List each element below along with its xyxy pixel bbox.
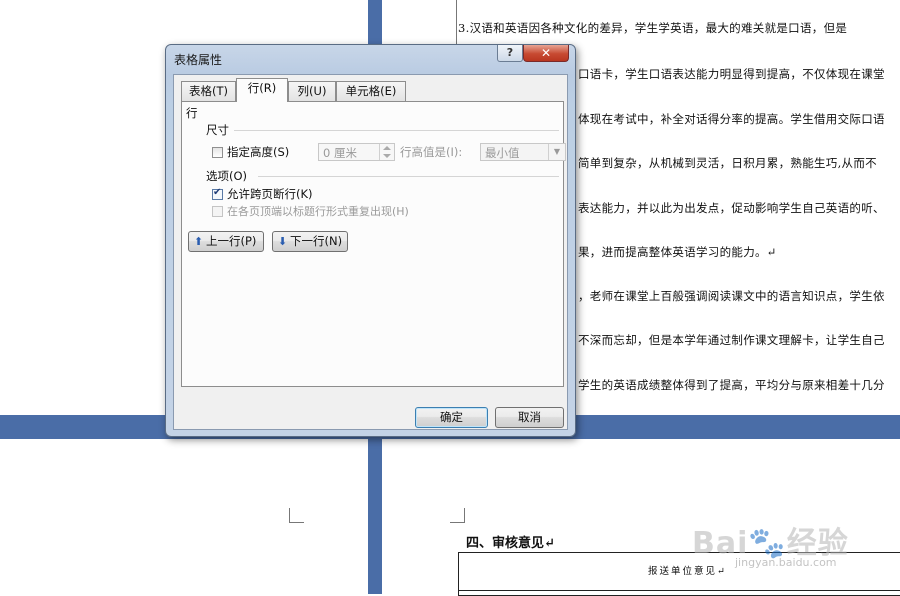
table-properties-dialog: 表格属性 ? ✕ 表格(T) 行(R) 列(U) 单元格(E) 行 尺寸 指定高… — [165, 44, 576, 437]
section-title: 四、审核意见↵ — [466, 536, 555, 551]
repeat-header-label: 在各页顶端以标题行形式重复出现(H) — [227, 205, 409, 218]
size-group-divider — [234, 130, 559, 131]
ok-button[interactable]: 确定 — [415, 407, 488, 428]
chevron-down-icon[interactable]: ▼ — [548, 144, 565, 160]
specify-height-checkbox[interactable] — [212, 147, 223, 158]
margin-corner-mark — [450, 508, 465, 523]
document-text-line: 体现在考试中，补全对话得分率的提高。学生借用交际口语 — [578, 112, 885, 126]
spin-up-icon[interactable] — [383, 146, 391, 150]
document-text-line: 表达能力，并以此为出发点，促动影响学生自己英语的听、 — [578, 201, 885, 215]
document-text-line: 果，进而提高整体英语学习的能力。↵ — [578, 245, 777, 259]
row-height-rule-select[interactable]: 最小值 ▼ — [480, 143, 566, 161]
document-text-line: 3.汉语和英语因各种文化的差异，学生学英语，最大的难关就是口语，但是 — [458, 21, 848, 35]
row-height-value: 0 厘米 — [323, 146, 357, 160]
review-table-cell: 报送单位意见↵ — [648, 566, 727, 577]
tab-column[interactable]: 列(U) — [288, 81, 336, 101]
next-row-label: 下一行(N) — [290, 234, 343, 248]
document-text-line: ，老师在课堂上百般强调阅读课文中的语言知识点，学生依 — [578, 289, 885, 303]
tab-cell[interactable]: 单元格(E) — [336, 81, 406, 101]
spin-down-icon[interactable] — [383, 154, 391, 158]
row-height-is-label: 行高值是(I): — [400, 145, 463, 159]
next-row-button[interactable]: ⬇ 下一行(N) — [272, 231, 348, 252]
spinner-buttons[interactable] — [379, 144, 394, 160]
allow-row-break-label: 允许跨页断行(K) — [227, 187, 313, 201]
document-text-line: 简单到复杂，从机械到灵活，日积月累，熟能生巧,从而不 — [578, 156, 877, 170]
margin-corner-mark — [289, 508, 304, 523]
cancel-label: 取消 — [518, 410, 541, 424]
tab-table[interactable]: 表格(T) — [181, 81, 236, 101]
document-page-left-lower — [0, 439, 368, 594]
document-text-line: 口语卡，学生口语表达能力明显得到提高，不仅体现在课堂 — [578, 67, 885, 81]
dialog-client-area: 表格(T) 行(R) 列(U) 单元格(E) 行 尺寸 指定高度(S) 0 厘米… — [173, 74, 568, 430]
row-height-rule-value: 最小值 — [485, 146, 520, 160]
size-group-label: 尺寸 — [206, 123, 229, 137]
row-height-spinner[interactable]: 0 厘米 — [318, 143, 395, 161]
review-table-row-line — [458, 590, 900, 591]
options-group-label: 选项(O) — [206, 169, 248, 183]
options-group-divider — [258, 176, 559, 177]
arrow-down-icon: ⬇ — [277, 235, 288, 248]
baidu-watermark-url: jingyan.baidu.com — [735, 556, 837, 569]
allow-row-break-checkbox[interactable] — [212, 187, 223, 200]
dialog-title: 表格属性 — [174, 53, 223, 67]
previous-row-button[interactable]: ⬆ 上一行(P) — [188, 231, 264, 252]
tab-row[interactable]: 行(R) — [236, 78, 288, 102]
close-button[interactable]: ✕ — [523, 45, 569, 62]
row-tab-panel: 行 尺寸 指定高度(S) 0 厘米 行高值是(I): 最小值 ▼ 选项(O) 允… — [181, 101, 566, 387]
specify-height-label: 指定高度(S) — [227, 145, 290, 159]
help-button[interactable]: ? — [497, 45, 523, 62]
ok-label: 确定 — [440, 410, 463, 424]
row-group-label: 行 — [186, 106, 198, 120]
cancel-button[interactable]: 取消 — [495, 407, 564, 428]
document-text-line: 学生的英语成绩整体得到了提高，平均分与原来相差十几分 — [578, 378, 885, 392]
document-text-line: 不深而忘却，但是本学年通过制作课文理解卡，让学生自己 — [578, 333, 885, 347]
previous-row-label: 上一行(P) — [206, 234, 257, 248]
repeat-header-checkbox[interactable] — [212, 206, 223, 217]
arrow-up-icon: ⬆ — [193, 235, 204, 248]
